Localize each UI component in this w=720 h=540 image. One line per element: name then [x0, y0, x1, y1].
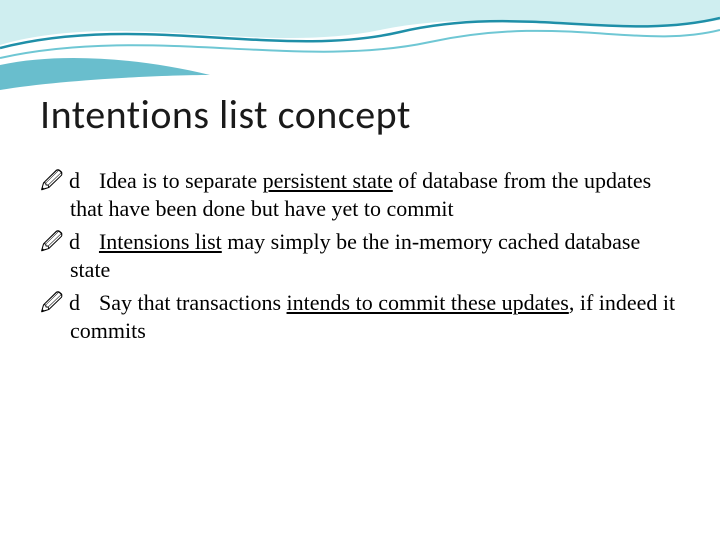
slide-title: Intentions list concept — [40, 90, 680, 139]
slide-content: Intentions list concept dIdea is to sepa… — [0, 0, 720, 390]
bullet-icon: d — [69, 228, 99, 256]
bullet-list: dIdea is to separate persistent state of… — [40, 167, 680, 344]
bullet-icon: d — [69, 289, 99, 317]
list-item: dIdea is to separate persistent state of… — [40, 167, 680, 222]
list-item: dSay that transactions intends to commit… — [40, 289, 680, 344]
bullet-text: Say that transactions intends to commit … — [70, 290, 675, 343]
list-item: dIntensions list may simply be the in-me… — [40, 228, 680, 283]
bullet-text: Intensions list may simply be the in-mem… — [70, 229, 640, 282]
bullet-text: Idea is to separate persistent state of … — [70, 168, 651, 221]
bullet-icon: d — [69, 167, 99, 195]
